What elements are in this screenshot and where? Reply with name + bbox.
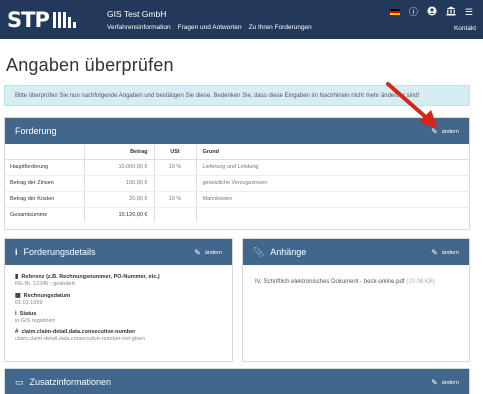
forderungsdetails-edit-button[interactable]: ✎ ändern	[194, 248, 222, 257]
col-betrag: Betrag	[84, 145, 155, 160]
sum-label: Gesamtsumme	[4, 206, 85, 222]
row-betrag: 20,00 €	[84, 191, 155, 208]
detail-item: ▮ Referenz (z.B. Rechnungsnummer, PO-Numm…	[15, 273, 222, 288]
help-icon[interactable]: ⓘ	[409, 7, 418, 17]
detail-label: Status	[19, 311, 37, 317]
edit-label: ändern	[441, 379, 459, 386]
forderungsdetails-panel: i Forderungsdetails ✎ ändern ▮ Referenz (…	[4, 238, 233, 362]
forderungsdetails-title: Forderungsdetails	[23, 247, 96, 257]
document-icon: ▮	[15, 274, 19, 280]
zusatzinformationen-panel: ▭ Zusatzinformationen ✎ ändern	[4, 368, 470, 394]
forderung-table: Betrag USt Grund Hauptforderung 10.000,0…	[4, 145, 470, 222]
zusatzinformationen-edit-button[interactable]: ✎ ändern	[431, 378, 459, 387]
detail-item: ▦ Rechnungsdatum 01.01.1999	[15, 292, 222, 307]
row-ust: 19 %	[154, 159, 197, 176]
detail-value: in GIS registriert	[15, 318, 55, 324]
main-nav: Verfahrensinformation Fragen und Antwort…	[107, 24, 312, 31]
nav-zu-ihren-forderungen[interactable]: Zu Ihren Forderungen	[249, 24, 312, 31]
edit-label: ändern	[204, 249, 222, 256]
stp-logo[interactable]: STP	[7, 8, 76, 32]
row-label: Betrag der Zinsen	[4, 175, 85, 192]
details-list: ▮ Referenz (z.B. Rechnungsnummer, PO-Numm…	[5, 265, 232, 355]
anhaenge-header: 📎 Anhänge ✎ ändern	[243, 239, 469, 265]
info-icon: i	[15, 247, 18, 257]
table-row: Betrag der Zinsen 100,00 € gesetzliche V…	[4, 175, 470, 192]
table-row: Hauptforderung 10.000,00 € 19 % Lieferun…	[4, 159, 470, 176]
sum-value: 10.120,00 €	[84, 206, 155, 222]
anhaenge-edit-button[interactable]: ✎ ändern	[431, 248, 459, 257]
paperclip-icon: 📎	[253, 246, 265, 257]
table-row: Betrag der Kosten 20,00 € 19 % Mahnkoste…	[4, 191, 470, 208]
detail-value: claim.claim-detail.data.consecutive-numb…	[15, 336, 145, 342]
top-icons: ⓘ ☰	[389, 6, 473, 18]
detail-value: RE-Nr. 12345 - geändert	[15, 281, 75, 287]
col-grund: Grund	[196, 145, 470, 160]
row-grund: Mahnkosten	[196, 191, 470, 208]
zusatzinformationen-header: ▭ Zusatzinformationen ✎ ändern	[5, 369, 469, 394]
info-icon: i	[15, 311, 17, 317]
detail-item: # claim.claim-detail.data.consecutive-num…	[15, 329, 222, 342]
detail-label: Referenz (z.B. Rechnungsnummer, PO-Numme…	[21, 273, 160, 280]
page-title: Angaben überprüfen	[6, 55, 174, 75]
hash-icon: #	[15, 329, 19, 335]
row-betrag: 10.000,00 €	[84, 159, 155, 176]
nav-verfahrensinformation[interactable]: Verfahrensinformation	[107, 24, 171, 31]
calendar-icon: ▦	[15, 293, 21, 299]
pencil-icon: ✎	[431, 378, 438, 387]
table-header-row: Betrag USt Grund	[4, 145, 470, 160]
detail-label: claim.claim-detail.data.consecutive-numb…	[21, 329, 136, 335]
detail-value: 01.01.1999	[15, 300, 43, 306]
row-ust: 19 %	[154, 191, 197, 208]
detail-label: Rechnungsdatum	[23, 292, 71, 299]
pencil-icon: ✎	[431, 248, 438, 257]
row-betrag: 100,00 €	[84, 175, 155, 192]
user-icon[interactable]	[427, 6, 437, 18]
row-label: Hauptforderung	[4, 159, 85, 176]
sum-row: Gesamtsumme 10.120,00 €	[4, 206, 470, 222]
pencil-icon: ✎	[194, 248, 201, 257]
row-grund: Lieferung und Leistung	[196, 159, 470, 176]
anhaenge-title: Anhänge	[270, 247, 307, 257]
detail-item: i Status in GIS registriert	[15, 311, 222, 324]
attachment-name[interactable]: IV. Schriftlich elektronisches Dokument …	[255, 279, 405, 285]
annotation-arrow-icon	[386, 82, 438, 129]
kontakt-link[interactable]: Kontakt	[454, 25, 476, 32]
col-label	[4, 145, 85, 160]
german-flag-icon[interactable]	[389, 8, 400, 16]
nav-fragen-und-antworten[interactable]: Fragen und Antworten	[178, 24, 242, 31]
bank-icon[interactable]	[446, 6, 456, 18]
row-grund: gesetzliche Verzugszinsen	[196, 175, 470, 192]
row-label: Betrag der Kosten	[4, 191, 85, 208]
forderungsdetails-header: i Forderungsdetails ✎ ändern	[5, 239, 232, 265]
menu-icon[interactable]: ☰	[465, 7, 473, 17]
company-name: GIS Test GmbH	[107, 9, 167, 19]
logo-bars-icon	[52, 12, 76, 28]
forderung-title: Forderung	[15, 126, 57, 136]
attachment-item[interactable]: IV. Schriftlich elektronisches Dokument …	[243, 265, 469, 299]
anhaenge-panel: 📎 Anhänge ✎ ändern IV. Schriftlich elekt…	[242, 238, 470, 362]
top-navigation-bar: STP GIS Test GmbH Verfahrensinformation …	[0, 0, 483, 39]
edit-label: ändern	[441, 249, 459, 256]
row-ust	[154, 175, 197, 192]
logo-text: STP	[7, 8, 50, 32]
zusatzinformationen-title: Zusatzinformationen	[29, 377, 112, 387]
attachment-size: (70.08 KB)	[406, 279, 435, 285]
card-icon: ▭	[15, 376, 24, 387]
col-ust: USt	[154, 145, 197, 160]
